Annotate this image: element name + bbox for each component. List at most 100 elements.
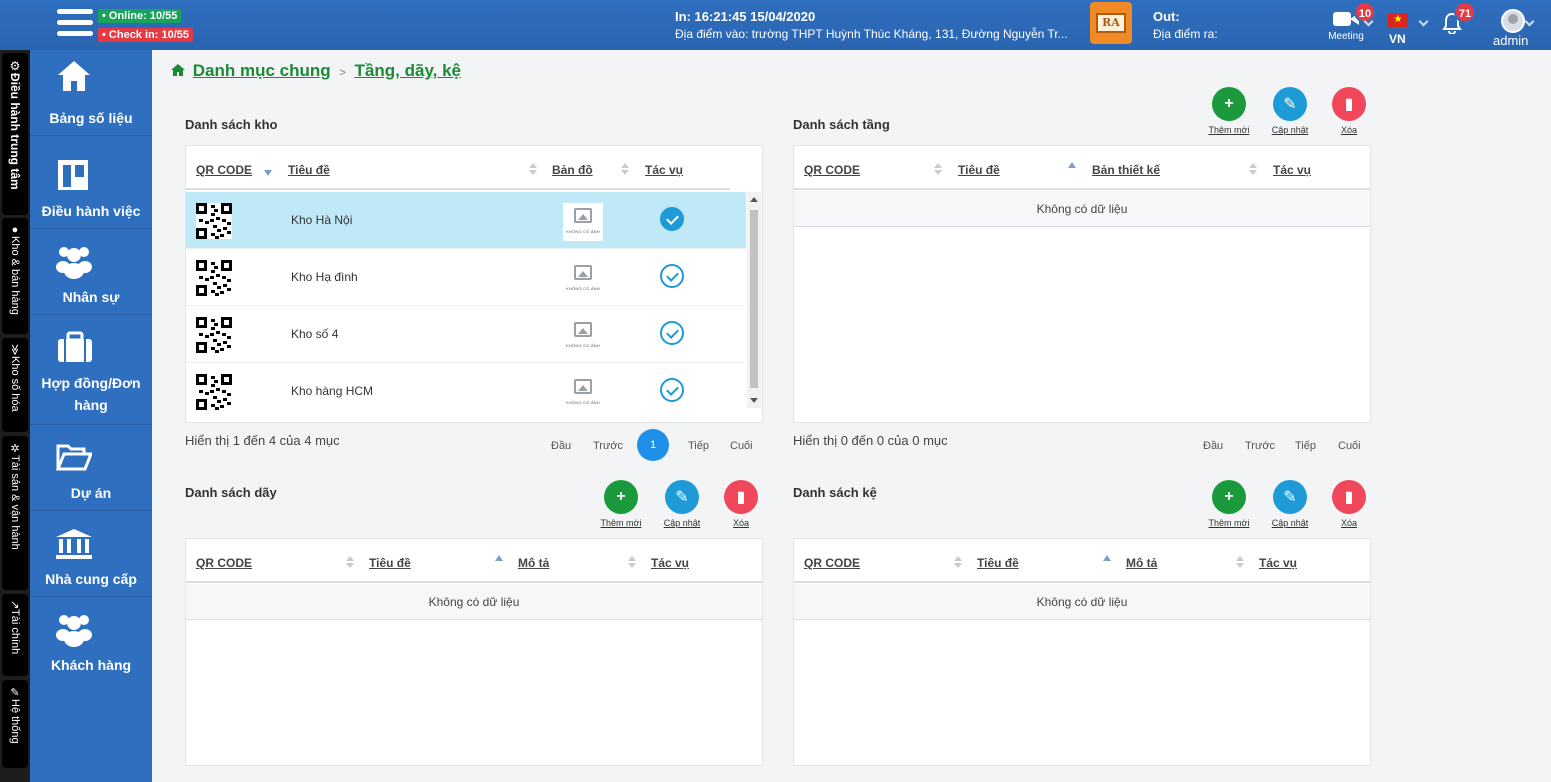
select-check-button[interactable] xyxy=(660,264,684,288)
ke-update-button[interactable]: ✎ Cập nhật xyxy=(1260,480,1320,528)
table-row[interactable]: Kho số 4 KHÔNG CÓ ẢNH xyxy=(186,306,746,363)
tab-kho-ban-hang[interactable]: ● Kho & bán hàng xyxy=(2,218,28,334)
ra-label: RA xyxy=(1096,13,1126,33)
map-thumbnail: KHÔNG CÓ ẢNH xyxy=(563,260,603,298)
pager-prev[interactable]: Trước xyxy=(593,440,623,452)
table-row[interactable]: Kho hàng HCM KHÔNG CÓ ẢNH xyxy=(186,363,746,412)
tab-tai-san-van-hanh[interactable]: ✲ Tài sản & vận hành xyxy=(2,436,28,590)
plus-icon: + xyxy=(1212,87,1246,121)
tang-delete-button[interactable]: ▮ Xóa xyxy=(1319,87,1379,135)
signal-icon: ≫ xyxy=(8,344,21,356)
cogs-icon: ✲ xyxy=(8,442,21,455)
edit-icon: ✎ xyxy=(8,686,21,699)
language-label[interactable]: VN xyxy=(1389,32,1406,46)
col-tac-vu[interactable]: Tác vụ xyxy=(1259,556,1297,570)
sidebar-item-dieu-hanh-viec[interactable]: Điều hành việc xyxy=(30,136,152,229)
row-title: Kho số 4 xyxy=(291,327,339,341)
sidebar-item-hop-dong[interactable]: Hợp đồng/Đơn hàng xyxy=(30,315,152,425)
select-check-button[interactable] xyxy=(660,378,684,402)
col-tac-vu[interactable]: Tác vụ xyxy=(1273,163,1311,177)
breadcrumb-current-link[interactable]: Tầng, dãy, kệ xyxy=(355,61,461,80)
kho-title: Danh sách kho xyxy=(185,117,278,132)
tang-update-button[interactable]: ✎ Cập nhật xyxy=(1260,87,1320,135)
col-qr-code[interactable]: QR CODE xyxy=(804,556,860,570)
username[interactable]: admin xyxy=(1493,33,1528,48)
pager-last[interactable]: Cuối xyxy=(1338,440,1361,452)
image-icon xyxy=(574,322,592,337)
sort-icon[interactable] xyxy=(934,163,942,175)
col-tieu-de[interactable]: Tiêu đề xyxy=(958,163,1000,177)
col-ban-do[interactable]: Bản đồ xyxy=(552,163,593,177)
sidebar-item-nhan-su[interactable]: Nhân sự xyxy=(30,229,152,315)
tab-tai-chinh[interactable]: ↗ Tài chính xyxy=(2,594,28,676)
qr-code-image xyxy=(196,203,232,239)
col-tieu-de[interactable]: Tiêu đề xyxy=(288,163,330,177)
pager-next[interactable]: Tiếp xyxy=(688,440,709,452)
sidebar-item-khach-hang[interactable]: Khách hàng xyxy=(30,597,152,683)
select-check-button[interactable] xyxy=(660,207,684,231)
scroll-thumb[interactable] xyxy=(750,210,758,388)
table-scrollbar[interactable] xyxy=(747,192,761,408)
col-qr-code[interactable]: QR CODE xyxy=(804,163,860,177)
pager-next[interactable]: Tiếp xyxy=(1295,440,1316,452)
pager-first[interactable]: Đầu xyxy=(1203,440,1223,452)
sidebar-item-nha-cung-cap[interactable]: Nhà cung cấp xyxy=(30,511,152,597)
col-ban-thiet-ke[interactable]: Bản thiết kế xyxy=(1092,163,1160,177)
sidebar-item-bang-so-lieu[interactable]: Bảng số liệu xyxy=(30,50,152,136)
ke-delete-button[interactable]: ▮ Xóa xyxy=(1319,480,1379,528)
ke-table-header: QR CODE Tiêu đề Mô tả Tác vụ xyxy=(794,539,1370,583)
board-icon xyxy=(58,160,88,190)
sort-icon[interactable] xyxy=(954,556,962,568)
sort-icon[interactable] xyxy=(346,556,354,568)
meeting-label: Meeting xyxy=(1328,31,1364,42)
menu-icon[interactable] xyxy=(57,9,93,39)
chart-icon: ↗ xyxy=(8,600,21,610)
sort-icon[interactable] xyxy=(529,163,537,175)
checkout-button[interactable]: RA xyxy=(1090,2,1132,44)
checkin-time: In: 16:21:45 15/04/2020 xyxy=(675,9,816,24)
day-add-button[interactable]: + Thêm mới xyxy=(591,480,651,528)
pager-prev[interactable]: Trước xyxy=(1245,440,1275,452)
ke-add-button[interactable]: + Thêm mới xyxy=(1199,480,1259,528)
select-check-button[interactable] xyxy=(660,321,684,345)
table-row[interactable]: Kho Hạ đình KHÔNG CÓ ẢNH xyxy=(186,249,746,306)
plus-icon: + xyxy=(1212,480,1246,514)
home-icon xyxy=(58,61,90,91)
pager-last[interactable]: Cuối xyxy=(730,440,753,452)
col-mo-ta[interactable]: Mô tả xyxy=(518,556,549,570)
col-qr-code[interactable]: QR CODE xyxy=(196,163,252,177)
chevron-down-icon[interactable] xyxy=(1524,16,1535,27)
col-tieu-de[interactable]: Tiêu đề xyxy=(977,556,1019,570)
pager-current[interactable]: 1 xyxy=(637,429,669,461)
map-thumbnail: KHÔNG CÓ ẢNH xyxy=(563,317,603,355)
day-delete-button[interactable]: ▮ Xóa xyxy=(711,480,771,528)
scroll-down-icon[interactable] xyxy=(750,398,758,403)
tab-he-thong[interactable]: ✎ Hệ thống xyxy=(2,680,28,768)
vietnam-flag-icon[interactable]: ★ xyxy=(1388,13,1408,27)
tab-kho-so-hoa[interactable]: ≫ Kho số hóa xyxy=(2,338,28,432)
col-tac-vu[interactable]: Tác vụ xyxy=(645,163,683,177)
scroll-up-icon[interactable] xyxy=(750,197,758,202)
tang-add-button[interactable]: + Thêm mới xyxy=(1199,87,1259,135)
checkin-location: Địa điểm vào: trường THPT Huỳnh Thúc Khá… xyxy=(675,27,1068,41)
col-qr-code[interactable]: QR CODE xyxy=(196,556,252,570)
sidebar-item-du-an[interactable]: Dự án xyxy=(30,425,152,511)
col-tac-vu[interactable]: Tác vụ xyxy=(651,556,689,570)
breadcrumb-root-link[interactable]: Danh mục chung xyxy=(193,61,331,80)
col-mo-ta[interactable]: Mô tả xyxy=(1126,556,1157,570)
chevron-down-icon[interactable] xyxy=(1418,16,1429,27)
row-title: Kho Hà Nội xyxy=(291,213,353,227)
col-tieu-de[interactable]: Tiêu đề xyxy=(369,556,411,570)
tab-dieu-hanh-trung-tam[interactable]: ⚙ Điều hành trung tâm xyxy=(2,53,28,215)
checkout-label: Out: xyxy=(1153,9,1180,24)
avatar[interactable] xyxy=(1501,9,1525,33)
sort-icon[interactable] xyxy=(628,556,636,568)
checkin-badge: • Check in: 10/55 xyxy=(98,28,194,42)
pager-first[interactable]: Đầu xyxy=(551,440,571,452)
sort-icon[interactable] xyxy=(1236,556,1244,568)
qr-code-image xyxy=(196,260,232,296)
sort-icon[interactable] xyxy=(1249,163,1257,175)
day-update-button[interactable]: ✎ Cập nhật xyxy=(652,480,712,528)
sort-icon[interactable] xyxy=(621,163,629,175)
table-row[interactable]: Kho Hà Nội KHÔNG CÓ ẢNH xyxy=(186,192,746,249)
